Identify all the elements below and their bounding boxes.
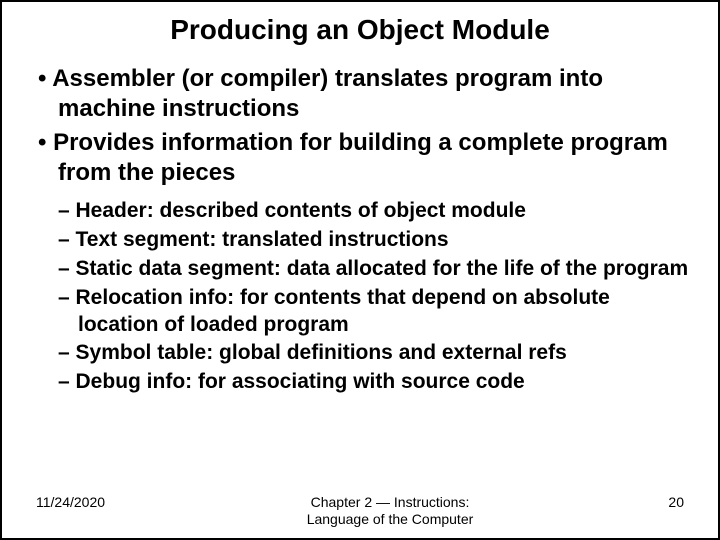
bullet-list-level1: Assembler (or compiler) translates progr… bbox=[30, 64, 690, 188]
bullet-item: Provides information for building a comp… bbox=[30, 128, 690, 188]
subbullet-item: Relocation info: for contents that depen… bbox=[54, 285, 690, 339]
footer-page-number: 20 bbox=[624, 494, 684, 510]
slide-title: Producing an Object Module bbox=[30, 14, 690, 46]
subbullet-item: Debug info: for associating with source … bbox=[54, 369, 690, 396]
slide-frame: Producing an Object Module Assembler (or… bbox=[0, 0, 720, 540]
footer-chapter-line1: Chapter 2 — Instructions: bbox=[311, 494, 470, 510]
footer-chapter-line2: Language of the Computer bbox=[307, 511, 474, 527]
subbullet-item: Symbol table: global definitions and ext… bbox=[54, 340, 690, 367]
slide-footer: 11/24/2020 Chapter 2 — Instructions: Lan… bbox=[2, 494, 718, 528]
subbullet-item: Header: described contents of object mod… bbox=[54, 198, 690, 225]
subbullet-item: Static data segment: data allocated for … bbox=[54, 256, 690, 283]
bullet-list-level2: Header: described contents of object mod… bbox=[54, 198, 690, 396]
footer-chapter: Chapter 2 — Instructions: Language of th… bbox=[156, 494, 624, 528]
bullet-item: Assembler (or compiler) translates progr… bbox=[30, 64, 690, 124]
footer-date: 11/24/2020 bbox=[36, 494, 156, 510]
subbullet-item: Text segment: translated instructions bbox=[54, 227, 690, 254]
